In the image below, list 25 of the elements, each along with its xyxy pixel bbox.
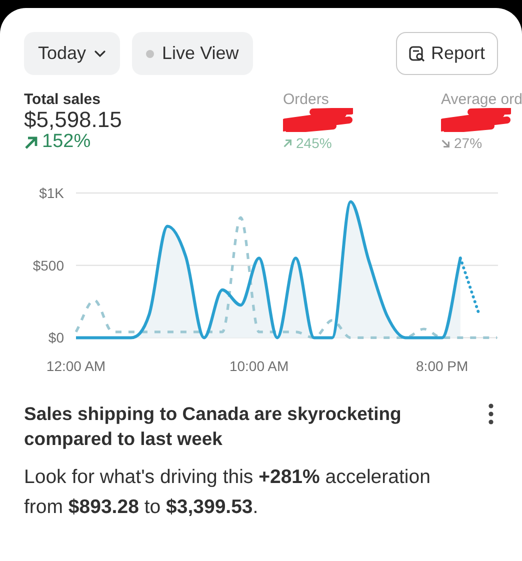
report-button[interactable]: Report — [396, 32, 498, 75]
metric-label: Total sales — [24, 91, 102, 108]
more-options-icon — [488, 402, 494, 425]
metric-change: 152% — [24, 132, 91, 154]
arrow-up-right-icon — [283, 139, 292, 148]
insight-title: Sales shipping to Canada are skyrocketing compared to last week — [24, 402, 402, 451]
arrow-up-right-icon — [24, 136, 38, 150]
chevron-down-icon — [94, 50, 106, 58]
metric-change: 27% — [441, 136, 482, 152]
metric-value: $5,598.15 — [24, 108, 123, 132]
insight-text: Look for what's driving this +281% acceleration from $893.28 to $3,399.53. — [24, 464, 432, 520]
status-dot-icon — [146, 50, 154, 58]
axis-tick-label: 10:00 AM — [229, 358, 289, 374]
axis-tick-label: $500 — [32, 257, 64, 274]
axis-tick-label: 8:00 PM — [416, 358, 468, 374]
axis-tick-label: $0 — [48, 330, 64, 346]
metric-label: Orders — [283, 91, 330, 108]
arrow-down-right-icon — [441, 139, 450, 148]
metric-change: 245% — [283, 136, 332, 152]
period-dropdown[interactable]: Today — [24, 32, 120, 75]
report-icon — [408, 46, 425, 62]
metric-label: Average ord — [441, 91, 522, 108]
axis-tick-label: 12:00 AM — [46, 358, 106, 374]
axis-tick-label: $1K — [39, 184, 64, 201]
live-view-button[interactable]: Live View — [132, 32, 253, 75]
